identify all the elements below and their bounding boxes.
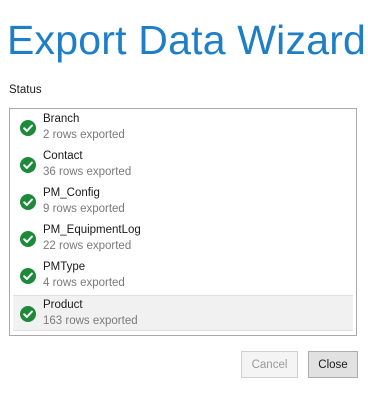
wizard-title: Export Data Wizard: [7, 17, 367, 63]
status-item-detail: 4 rows exported: [43, 277, 125, 289]
status-label: Status: [9, 84, 42, 96]
status-item-branch[interactable]: Branch 2 rows exported: [13, 110, 353, 146]
status-item-name: Contact: [43, 150, 83, 162]
status-item-pm-equipmentlog[interactable]: PM_EquipmentLog 22 rows exported: [13, 221, 353, 257]
status-item-name: PM_Config: [43, 187, 100, 199]
status-item-detail: 2 rows exported: [43, 129, 125, 141]
check-circle-icon: [20, 120, 36, 136]
status-item-name: PMType: [43, 261, 86, 273]
check-circle-icon: [20, 306, 36, 322]
status-item-name: PM_EquipmentLog: [43, 224, 141, 236]
status-item-detail: 36 rows exported: [43, 166, 132, 178]
status-item-contact[interactable]: Contact 36 rows exported: [13, 147, 353, 183]
status-list[interactable]: Branch 2 rows exported Contact 36 rows e…: [9, 108, 357, 336]
close-button[interactable]: Close: [308, 351, 358, 378]
status-item-name: Branch: [43, 113, 80, 125]
check-circle-icon: [20, 231, 36, 247]
status-item-detail: 163 rows exported: [43, 315, 138, 327]
status-item-pmtype[interactable]: PMType 4 rows exported: [13, 258, 353, 294]
status-item-product[interactable]: Product 163 rows exported: [13, 295, 353, 331]
cancel-button[interactable]: Cancel: [241, 351, 298, 378]
check-circle-icon: [20, 157, 36, 173]
status-item-detail: 22 rows exported: [43, 240, 132, 252]
status-item-detail: 9 rows exported: [43, 203, 125, 215]
check-circle-icon: [20, 194, 36, 210]
status-item-name: Product: [43, 299, 83, 311]
status-item-pm-config[interactable]: PM_Config 9 rows exported: [13, 184, 353, 220]
check-circle-icon: [20, 268, 36, 284]
